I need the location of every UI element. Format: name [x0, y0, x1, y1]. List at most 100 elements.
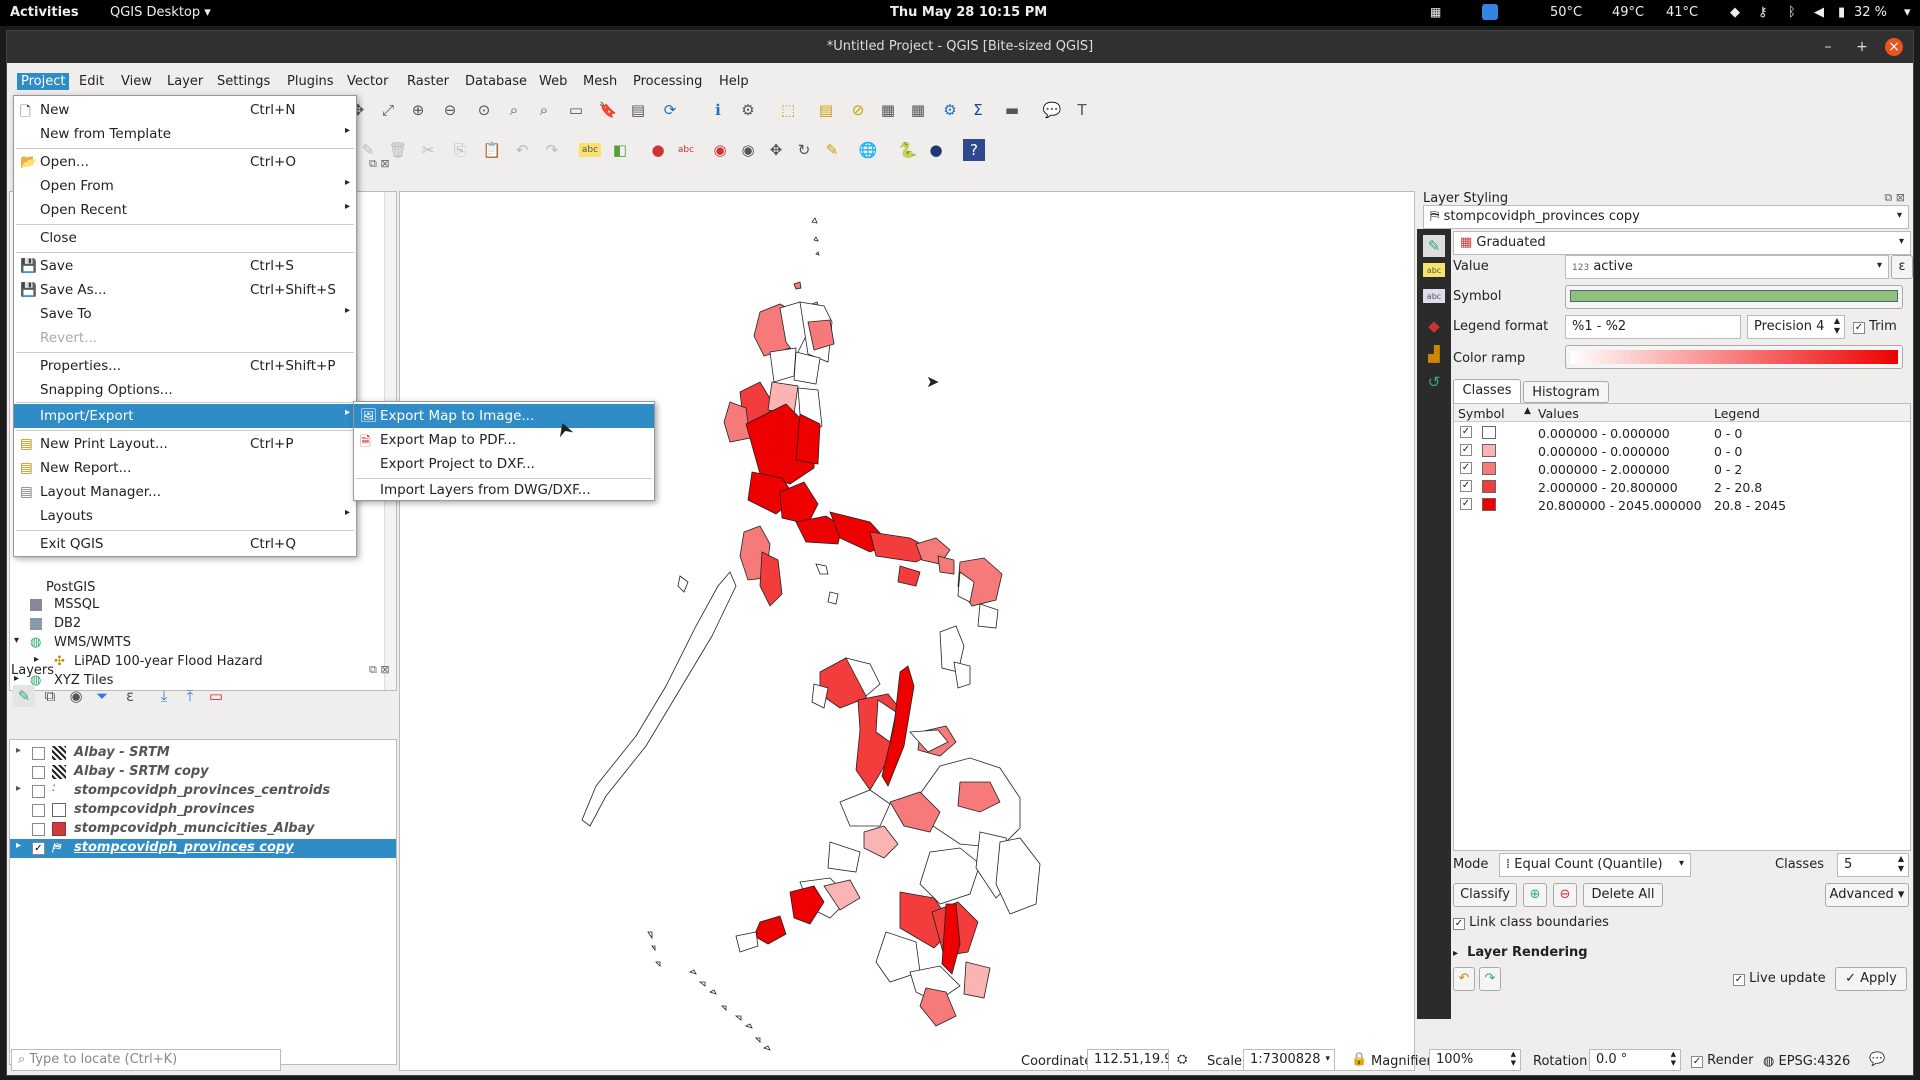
menu-item-save-as[interactable]: 💾 Save As... Ctrl+Shift+S: [14, 278, 356, 302]
layer-visibility-checkbox[interactable]: [32, 823, 45, 836]
history-tab-icon[interactable]: ↺: [1423, 371, 1445, 393]
styling-panel-controls[interactable]: ⧉ ⊠: [1884, 191, 1905, 205]
menu-item-import-export[interactable]: Import/Export ▸: [14, 404, 356, 428]
cut-icon[interactable]: ✂: [417, 139, 439, 161]
chevron-right-icon[interactable]: ▸: [16, 840, 21, 851]
attribute-table-icon[interactable]: ▦: [877, 99, 899, 121]
menu-processing[interactable]: Processing: [629, 73, 706, 90]
trim-checkbox[interactable]: ✓ Trim: [1853, 319, 1897, 334]
classes-count-spinbox[interactable]: 5 ▲ ▼: [1837, 853, 1909, 877]
menu-item-export-map-to-pdf[interactable]: 🗎 Export Map to PDF...: [354, 428, 654, 452]
diagrams-tab-icon[interactable]: ▟: [1423, 343, 1445, 365]
messages-icon[interactable]: 💬: [1869, 1052, 1885, 1067]
menu-item-new[interactable]: 🗋 New Ctrl+N: [14, 98, 356, 122]
class-legend[interactable]: 0 - 0: [1714, 426, 1742, 441]
bluetooth-icon[interactable]: ᛒ: [1788, 5, 1796, 20]
menu-item-new-report[interactable]: ▤ New Report...: [14, 456, 356, 480]
class-symbol-swatch[interactable]: [1482, 480, 1496, 493]
layer-visibility-checkbox[interactable]: [32, 747, 45, 760]
remove-layer-icon[interactable]: ▭: [205, 685, 227, 707]
action-icon[interactable]: ⚙: [737, 99, 759, 121]
class-legend[interactable]: 0 - 2: [1714, 462, 1742, 477]
maximize-button[interactable]: +: [1853, 38, 1871, 56]
minimize-button[interactable]: –: [1819, 38, 1837, 56]
class-values[interactable]: 2.000000 - 20.800000: [1538, 480, 1678, 495]
class-visible-checkbox[interactable]: ✓: [1460, 462, 1472, 474]
link-class-boundaries-checkbox[interactable]: ✓ Link class boundaries: [1453, 915, 1609, 930]
toggle-extents-icon[interactable]: ⛭: [1177, 1052, 1187, 1067]
classify-button[interactable]: Classify: [1453, 883, 1517, 907]
menu-item-new-print-layout[interactable]: ▤ New Print Layout... Ctrl+P: [14, 432, 356, 456]
move-label-icon[interactable]: ✥: [765, 139, 787, 161]
symbol-button[interactable]: [1565, 285, 1903, 309]
redo-icon[interactable]: ↷: [541, 139, 563, 161]
field-calculator-icon[interactable]: ▦: [907, 99, 929, 121]
filter-legend-icon[interactable]: ⏷: [91, 685, 113, 707]
3d-view-tab-icon[interactable]: ◆: [1423, 315, 1445, 337]
activities-button[interactable]: Activities: [10, 5, 79, 20]
class-legend[interactable]: 0 - 0: [1714, 444, 1742, 459]
layer-item[interactable]: stompcovidph_muncicities_Albay: [10, 820, 396, 839]
class-row[interactable]: ✓ 2.000000 - 20.800000 2 - 20.8: [1454, 478, 1910, 496]
class-values[interactable]: 0.000000 - 0.000000: [1538, 444, 1670, 459]
precision-spinbox[interactable]: Precision 4 ▲ ▼: [1747, 315, 1845, 339]
zoom-native-icon[interactable]: ⊙: [473, 99, 495, 121]
statistics-icon[interactable]: Σ: [967, 99, 989, 121]
menu-item-revert[interactable]: Revert...: [14, 326, 356, 350]
render-checkbox[interactable]: ✓ Render: [1691, 1053, 1753, 1068]
class-values[interactable]: 20.800000 - 2045.000000: [1538, 498, 1702, 513]
crs-button[interactable]: ◍ EPSG:4326: [1763, 1054, 1850, 1069]
layer-item[interactable]: stompcovidph_provinces: [10, 801, 396, 820]
layer-rendering-section[interactable]: ▸ Layer Rendering: [1453, 945, 1588, 960]
expand-all-icon[interactable]: ⤓: [153, 685, 175, 707]
menu-edit[interactable]: Edit: [75, 73, 108, 90]
chevron-right-icon[interactable]: ▸: [16, 745, 21, 756]
layer-visibility-checkbox[interactable]: [32, 785, 45, 798]
manage-map-themes-icon[interactable]: ◉: [65, 685, 87, 707]
class-symbol-swatch[interactable]: [1482, 462, 1496, 475]
zoom-layer-icon[interactable]: ⌕: [503, 99, 525, 121]
class-legend[interactable]: 20.8 - 2045: [1714, 498, 1786, 513]
menu-raster[interactable]: Raster: [403, 73, 453, 90]
menu-item-layouts[interactable]: Layouts ▸: [14, 504, 356, 528]
scale-field[interactable]: 1:7300828 ▾: [1243, 1049, 1335, 1071]
class-values[interactable]: 0.000000 - 0.000000: [1538, 426, 1670, 441]
class-row[interactable]: ✓ 0.000000 - 2.000000 0 - 2: [1454, 460, 1910, 478]
layer-visibility-checkbox[interactable]: ✓: [32, 842, 45, 855]
new-map-view-icon[interactable]: ▭: [565, 99, 587, 121]
menu-help[interactable]: Help: [715, 73, 753, 90]
header-legend[interactable]: Legend: [1714, 406, 1760, 421]
menu-item-open-from[interactable]: Open From ▸: [14, 174, 356, 198]
legend-format-input[interactable]: %1 - %2: [1565, 315, 1741, 339]
mode-select[interactable]: ⁞ Equal Count (Quantile) ▾: [1499, 853, 1691, 877]
wifi-icon[interactable]: ◆: [1730, 5, 1740, 20]
expression-button[interactable]: ε: [1891, 255, 1913, 279]
menu-item-import-dwg-dxf[interactable]: Import Layers from DWG/DXF...: [354, 478, 654, 502]
layer-select[interactable]: ⛿ stompcovidph_provinces copy ▾: [1423, 205, 1909, 229]
zoom-full-icon[interactable]: ⤢: [377, 99, 399, 121]
rotation-spinbox[interactable]: 0.0 ° ▲ ▼: [1589, 1049, 1681, 1071]
quickmap-icon[interactable]: ●: [925, 139, 947, 161]
symbology-tab-icon[interactable]: ✎: [1423, 235, 1445, 257]
class-symbol-swatch[interactable]: [1482, 498, 1496, 511]
menu-project[interactable]: Project: [17, 73, 70, 90]
color-ramp-button[interactable]: [1565, 345, 1903, 369]
map-tips-icon[interactable]: 💬: [1041, 99, 1063, 121]
class-row[interactable]: ✓ 0.000000 - 0.000000 0 - 0: [1454, 442, 1910, 460]
header-symbol[interactable]: Symbol: [1458, 406, 1505, 421]
class-values[interactable]: 0.000000 - 2.000000: [1538, 462, 1670, 477]
layers-panel-controls[interactable]: ⧉ ⊠: [369, 663, 390, 677]
locator-search-input[interactable]: ⌕ Type to locate (Ctrl+K): [11, 1049, 281, 1071]
battery-icon[interactable]: ▮: [1838, 5, 1845, 20]
masks-tab-icon[interactable]: abc: [1423, 289, 1445, 303]
volume-icon[interactable]: ◀: [1814, 5, 1824, 20]
map-canvas[interactable]: ➤: [399, 191, 1415, 1071]
bookmark-icon[interactable]: 🔖: [597, 99, 619, 121]
app-menu[interactable]: QGIS Desktop ▾: [110, 5, 211, 20]
label-toolbar-icon[interactable]: abc: [579, 143, 601, 157]
class-visible-checkbox[interactable]: ✓: [1460, 444, 1472, 456]
measure-icon[interactable]: ▬: [1001, 99, 1023, 121]
class-row[interactable]: ✓ 0.000000 - 0.000000 0 - 0: [1454, 424, 1910, 442]
menu-item-properties[interactable]: Properties... Ctrl+Shift+P: [14, 354, 356, 378]
layer-item[interactable]: Albay - SRTM copy: [10, 763, 396, 782]
